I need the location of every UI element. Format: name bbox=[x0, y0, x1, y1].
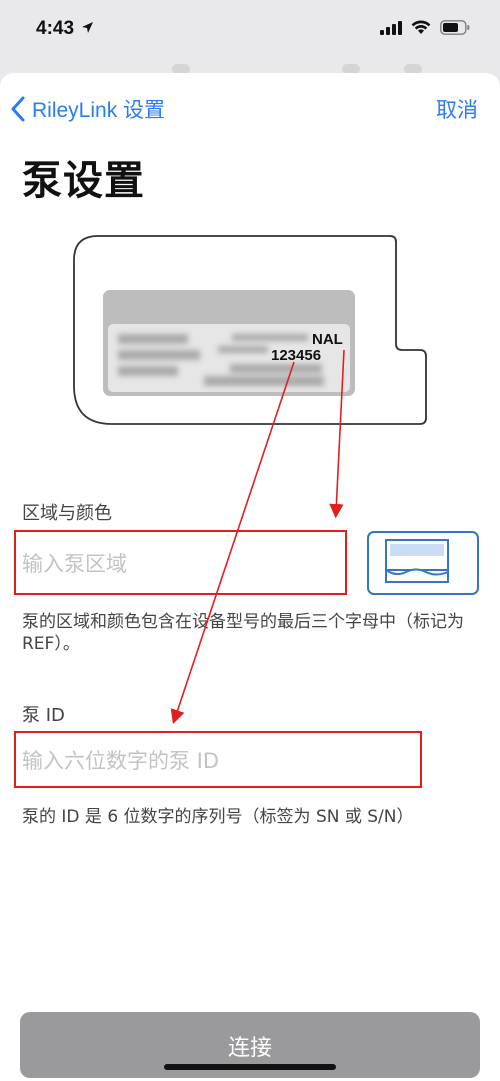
back-button[interactable]: RileyLink 设置 bbox=[10, 94, 165, 124]
pump-thumbnail-icon bbox=[367, 531, 479, 595]
label-code-text: NAL bbox=[312, 331, 343, 348]
pump-id-input-placeholder: 输入六位数字的泵 ID bbox=[22, 748, 220, 773]
battery-icon bbox=[440, 20, 470, 35]
page-title: 泵设置 bbox=[22, 158, 145, 204]
wifi-icon bbox=[411, 20, 431, 34]
region-input-placeholder: 输入泵区域 bbox=[22, 551, 127, 576]
signal-icon bbox=[380, 20, 402, 35]
status-time-text: 4:43 bbox=[36, 18, 75, 39]
status-bar: 4:43 bbox=[0, 0, 500, 64]
status-time: 4:43 bbox=[36, 18, 94, 40]
home-indicator[interactable] bbox=[164, 1064, 336, 1070]
back-button-label: RileyLink 设置 bbox=[32, 99, 166, 122]
region-label: 区域与颜色 bbox=[22, 503, 112, 524]
pump-id-label: 泵 ID bbox=[22, 705, 65, 726]
chevron-left-icon bbox=[11, 96, 25, 122]
status-icons bbox=[380, 20, 470, 35]
location-icon bbox=[82, 22, 94, 33]
cancel-button[interactable]: 取消 bbox=[436, 94, 478, 124]
connect-button-label: 连接 bbox=[227, 1036, 272, 1061]
label-serial-text: 123456 bbox=[271, 347, 321, 364]
pump-illustration: NAL 123456 bbox=[73, 235, 427, 425]
pump-id-input[interactable]: 输入六位数字的泵 ID bbox=[14, 731, 422, 788]
region-input[interactable]: 输入泵区域 bbox=[14, 530, 347, 595]
region-help-text: 泵的区域和颜色包含在设备型号的最后三个字母中（标记为 REF）。 bbox=[22, 612, 464, 654]
pump-id-help-text: 泵的 ID 是 6 位数字的序列号（标签为 SN 或 S/N） bbox=[22, 807, 414, 827]
